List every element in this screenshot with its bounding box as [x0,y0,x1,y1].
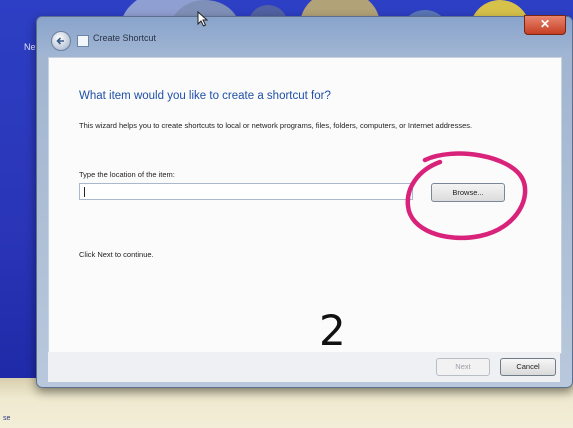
desktop-corner-label: se [3,415,11,422]
title-bar[interactable]: Create Shortcut ✕ [37,15,572,57]
cancel-button[interactable]: Cancel [500,358,556,376]
button-bar: Next Cancel [48,352,560,382]
window-title: Create Shortcut [93,33,157,43]
shortcut-icon [77,35,89,47]
text-caret [84,187,85,197]
highlight-circle-annotation [405,151,528,241]
wizard-heading: What item would you like to create a sho… [79,90,331,102]
close-button[interactable]: ✕ [524,15,566,35]
step-number-annotation: 2 [319,306,346,355]
desktop-label: Ne [24,42,36,52]
location-input[interactable] [79,183,413,200]
back-arrow-icon [56,37,64,45]
mouse-cursor-icon [197,11,209,27]
location-label: Type the location of the item: [79,170,175,179]
next-button[interactable]: Next [436,358,490,376]
continue-instruction: Click Next to continue. [79,250,154,259]
wizard-description: This wizard helps you to create shortcut… [79,121,473,130]
back-button[interactable] [51,31,71,51]
